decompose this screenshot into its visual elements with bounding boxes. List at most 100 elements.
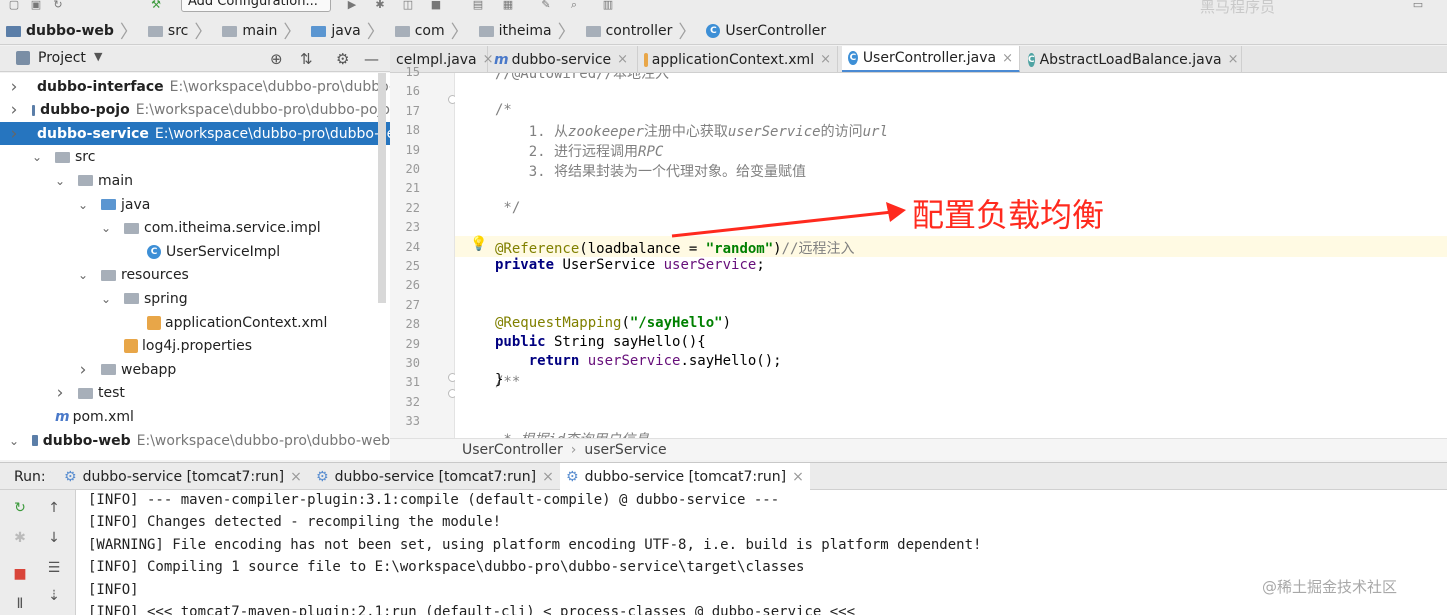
chevron-right-icon: 〉: [194, 22, 213, 43]
tree-node-test[interactable]: › test: [0, 382, 390, 405]
tree-node-path: E:\workspace\dubbo-pro\dubbo-web: [136, 432, 390, 449]
settings-wrench-icon[interactable]: ✎: [538, 0, 554, 10]
tree-node-dubbo-service[interactable]: › dubbo-service E:\workspace\dubbo-pro\dub…: [0, 122, 390, 146]
chevron-right-icon[interactable]: ›: [8, 124, 20, 144]
chevron-down-icon[interactable]: ⌄: [77, 268, 89, 282]
folder-icon: [147, 25, 163, 37]
tree-node-label: main: [98, 172, 133, 189]
line-number: 32: [405, 394, 420, 409]
locate-target-icon[interactable]: ⊕: [270, 50, 283, 68]
tree-node-spring[interactable]: ⌄ spring: [0, 287, 390, 310]
line-number: 15: [405, 65, 420, 79]
tree-node-dubbo-web[interactable]: ⌄ dubbo-web E:\workspace\dubbo-pro\dubbo-w…: [0, 429, 390, 452]
debug-rerun-icon[interactable]: ✱: [10, 528, 30, 548]
tab-dubbo-service-pom[interactable]: m dubbo-service ×: [488, 46, 638, 72]
console-output[interactable]: [INFO] --- maven-compiler-plugin:3.1:com…: [76, 490, 1447, 615]
close-icon[interactable]: ×: [820, 52, 831, 67]
debug-icon[interactable]: ✱: [372, 0, 388, 10]
tree-node-log4j-properties[interactable]: log4j.properties: [0, 335, 390, 358]
breadcrumb-item-src[interactable]: src 〉: [142, 18, 216, 45]
tree-node-resources[interactable]: ⌄ resources: [0, 264, 390, 287]
add-configuration-button[interactable]: Add Configuration...: [181, 0, 331, 12]
tree-node-src[interactable]: ⌄ src: [0, 146, 390, 169]
tree-scrollbar[interactable]: [378, 73, 386, 303]
hide-panel-icon[interactable]: —: [364, 50, 379, 68]
breadcrumb-item-usercontroller[interactable]: C UserController: [700, 18, 830, 45]
editor-breadcrumb-class[interactable]: UserController: [462, 442, 563, 458]
save-icon[interactable]: ▣: [28, 0, 44, 10]
tree-node-pom-xml[interactable]: m pom.xml: [0, 405, 390, 428]
run-icon[interactable]: ▶: [344, 0, 360, 10]
close-icon[interactable]: ×: [792, 469, 804, 485]
breadcrumb-item-java[interactable]: java 〉: [305, 18, 388, 45]
breadcrumb-item-itheima[interactable]: itheima 〉: [473, 18, 580, 45]
run-tab-3[interactable]: ⚙ dubbo-service [tomcat7:run] ×: [560, 463, 810, 490]
close-icon[interactable]: ×: [1002, 51, 1013, 66]
watermark-bottom: @稀土掘金技术社区: [1262, 578, 1398, 596]
arrow-down-icon[interactable]: ↓: [44, 528, 64, 548]
breadcrumb-item-main[interactable]: main 〉: [216, 18, 305, 45]
navigation-breadcrumb: dubbo-web 〉 src 〉 main 〉 java 〉 com 〉 itheima…: [0, 18, 1447, 45]
rerun-icon[interactable]: ↻: [10, 498, 30, 518]
arrow-up-icon[interactable]: ↑: [44, 498, 64, 518]
coverage-icon[interactable]: ◫: [400, 0, 416, 10]
build-hammer-icon[interactable]: ⚒: [148, 0, 164, 10]
sdk-icon[interactable]: ▦: [500, 0, 516, 10]
close-icon[interactable]: ×: [542, 469, 554, 485]
stop-icon[interactable]: ■: [10, 564, 30, 584]
chevron-down-icon[interactable]: ⌄: [77, 198, 89, 212]
line-number: 27: [405, 297, 420, 312]
menu-icon[interactable]: ▢: [6, 0, 22, 10]
tree-node-java[interactable]: ⌄ java: [0, 193, 390, 216]
chevron-right-icon: 〉: [119, 22, 138, 43]
close-icon[interactable]: ×: [617, 52, 628, 67]
collapse-all-icon[interactable]: ⇅: [300, 50, 313, 68]
tree-node-applicationcontext-xml[interactable]: applicationContext.xml: [0, 311, 390, 334]
tree-node-dubbo-pojo[interactable]: › dubbo-pojo E:\workspace\dubbo-pro\dubbo-…: [0, 99, 390, 122]
sync-icon[interactable]: ↻: [50, 0, 66, 10]
breadcrumb-item-com[interactable]: com 〉: [389, 18, 473, 45]
chevron-right-icon[interactable]: ›: [77, 360, 89, 380]
search-everywhere-icon[interactable]: ⌕: [566, 0, 582, 10]
pause-icon[interactable]: Ⅱ: [10, 594, 30, 614]
chevron-down-icon[interactable]: ▼: [94, 50, 102, 63]
structure-icon[interactable]: ▥: [600, 0, 616, 10]
window-control-icon[interactable]: ▭: [1410, 0, 1426, 10]
project-structure-icon[interactable]: ▤: [470, 0, 486, 10]
class-icon: C: [706, 24, 721, 38]
editor-breadcrumb-field[interactable]: userService: [584, 442, 666, 458]
run-tab-1[interactable]: ⚙ dubbo-service [tomcat7:run] ×: [58, 463, 308, 490]
project-view-selector[interactable]: Project: [38, 50, 86, 66]
tab-abstractloadbalance-java[interactable]: C AbstractLoadBalance.java ×: [1022, 46, 1242, 72]
tree-node-dubbo-interface[interactable]: › dubbo-interface E:\workspace\dubbo-pro\d…: [0, 75, 390, 98]
gear-icon[interactable]: ⚙: [336, 50, 349, 68]
line-number: 17: [405, 103, 420, 118]
console-line: [INFO] Changes detected - recompiling th…: [88, 514, 502, 530]
chevron-down-icon[interactable]: ⌄: [100, 292, 112, 306]
scroll-to-end-icon[interactable]: ⇣: [44, 586, 64, 606]
chevron-down-icon[interactable]: ⌄: [54, 174, 66, 188]
chevron-down-icon[interactable]: ⌄: [8, 434, 20, 448]
close-icon[interactable]: ×: [290, 469, 302, 485]
run-tab-2[interactable]: ⚙ dubbo-service [tomcat7:run] ×: [310, 463, 560, 490]
tree-node-webapp[interactable]: › webapp: [0, 358, 390, 381]
tree-node-userserviceimpl[interactable]: C UserServiceImpl: [0, 240, 390, 263]
chevron-right-icon[interactable]: ›: [8, 100, 20, 120]
tree-node-main[interactable]: ⌄ main: [0, 169, 390, 192]
module-folder-icon: [32, 104, 36, 116]
breadcrumb-item-controller[interactable]: controller 〉: [580, 18, 701, 45]
breadcrumb-item-dubbo-web[interactable]: dubbo-web 〉: [0, 18, 142, 45]
close-icon[interactable]: ×: [1228, 52, 1239, 67]
chevron-right-icon[interactable]: ›: [8, 77, 20, 97]
lightbulb-icon[interactable]: 💡: [470, 236, 487, 252]
line-number: 33: [405, 414, 420, 429]
soft-wrap-icon[interactable]: ☰: [44, 558, 64, 578]
chevron-down-icon[interactable]: ⌄: [100, 221, 112, 235]
maven-icon: m: [494, 51, 509, 68]
tab-applicationcontext-xml[interactable]: applicationContext.xml ×: [638, 46, 838, 72]
stop-icon[interactable]: ■: [428, 0, 444, 10]
tab-usercontroller-java[interactable]: C UserController.java ×: [842, 46, 1020, 72]
tree-node-com-itheima-service-impl[interactable]: ⌄ com.itheima.service.impl: [0, 217, 390, 240]
chevron-right-icon[interactable]: ›: [54, 383, 66, 403]
chevron-down-icon[interactable]: ⌄: [31, 150, 43, 164]
